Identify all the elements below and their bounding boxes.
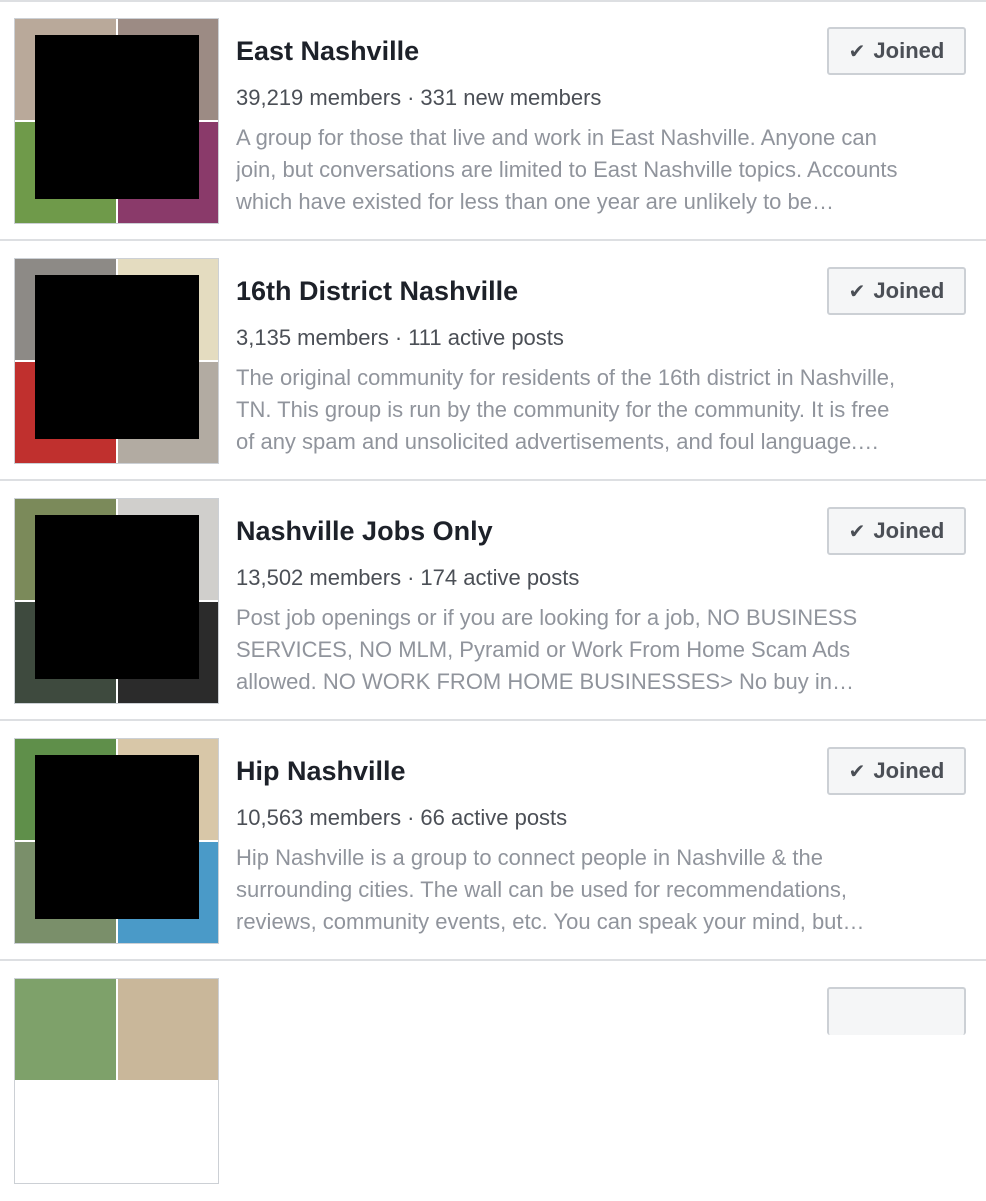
- description-line: allowed. NO WORK FROM HOME BUSINESSES> N…: [236, 669, 854, 694]
- description-line: A group for those that live and work in …: [236, 125, 877, 150]
- group-cover-mosaic[interactable]: [14, 738, 219, 944]
- activity-count: 111 active posts: [408, 325, 564, 350]
- group-name-link[interactable]: East Nashville: [236, 36, 419, 67]
- description-line: SERVICES, NO MLM, Pyramid or Work From H…: [236, 637, 851, 662]
- group-name-link[interactable]: Hip Nashville: [236, 756, 406, 787]
- group-description: Hip Nashville is a group to connect peop…: [236, 842, 971, 938]
- group-row: Hip Nashville 10,563 members · 66 active p…: [0, 721, 986, 961]
- joined-label: Joined: [873, 38, 945, 63]
- separator-dot: ·: [407, 85, 415, 110]
- group-row: Nashville Jobs Only 13,502 members · 174 a…: [0, 481, 986, 721]
- group-row: East Nashville 39,219 members · 331 new me…: [0, 1, 986, 241]
- description-line: Hip Nashville is a group to connect peop…: [236, 845, 823, 870]
- group-description: The original community for residents of …: [236, 362, 971, 458]
- description-line: surrounding cities. The wall can be used…: [236, 877, 848, 902]
- separator-dot: ·: [407, 565, 415, 590]
- joined-button[interactable]: ✔ Joined: [827, 267, 966, 315]
- separator-dot: ·: [394, 325, 403, 350]
- check-icon: ✔: [848, 280, 866, 303]
- member-count: 13,502 members: [236, 565, 402, 590]
- joined-label: Joined: [873, 278, 945, 303]
- group-stats: 39,219 members · 331 new members: [236, 85, 601, 111]
- group-cover-mosaic[interactable]: [14, 498, 219, 704]
- group-description: A group for those that live and work in …: [236, 122, 971, 218]
- group-stats: 3,135 members · 111 active posts: [236, 325, 564, 351]
- group-row: 16th District Nashville 3,135 members · 11…: [0, 241, 986, 481]
- activity-count: 331 new members: [420, 85, 602, 110]
- group-stats: 13,502 members · 174 active posts: [236, 565, 579, 591]
- joined-button[interactable]: ✔ Joined: [827, 747, 966, 795]
- separator-dot: ·: [407, 805, 415, 830]
- member-count: 39,219 members: [236, 85, 402, 110]
- group-name-link[interactable]: Nashville Jobs Only: [236, 516, 493, 547]
- joined-button[interactable]: ✔ Joined: [827, 27, 966, 75]
- check-icon: ✔: [848, 760, 866, 783]
- group-description: Post job openings or if you are looking …: [236, 602, 971, 698]
- member-count: 10,563 members: [236, 805, 402, 830]
- group-cover-mosaic[interactable]: [14, 978, 219, 1184]
- member-count: 3,135 members: [236, 325, 389, 350]
- joined-button[interactable]: [827, 987, 966, 1035]
- group-stats: 10,563 members · 66 active posts: [236, 805, 567, 831]
- redaction-block: [35, 755, 199, 919]
- redaction-block: [35, 275, 199, 439]
- description-line: of any spam and unsolicited advertisemen…: [236, 429, 880, 454]
- joined-label: Joined: [873, 518, 945, 543]
- group-name-link[interactable]: 16th District Nashville: [236, 276, 518, 307]
- description-line: Post job openings or if you are looking …: [236, 605, 858, 630]
- description-line: The original community for residents of …: [236, 365, 896, 390]
- check-icon: ✔: [848, 40, 866, 63]
- redaction-block: [35, 35, 199, 199]
- joined-button[interactable]: ✔ Joined: [827, 507, 966, 555]
- activity-count: 66 active posts: [420, 805, 568, 830]
- activity-count: 174 active posts: [420, 565, 580, 590]
- redaction-block: [35, 515, 199, 679]
- cover-photo-tile: [15, 979, 116, 1080]
- description-line: which have existed for less than one yea…: [236, 189, 834, 214]
- joined-label: Joined: [873, 758, 945, 783]
- group-row-partial: [0, 961, 986, 1201]
- group-cover-mosaic[interactable]: [14, 258, 219, 464]
- description-line: join, but conversations are limited to E…: [236, 157, 898, 182]
- check-icon: ✔: [848, 520, 866, 543]
- group-cover-mosaic[interactable]: [14, 18, 219, 224]
- description-line: TN. This group is run by the community f…: [236, 397, 890, 422]
- cover-photo-tile: [118, 979, 218, 1080]
- description-line: reviews, community events, etc. You can …: [236, 909, 865, 934]
